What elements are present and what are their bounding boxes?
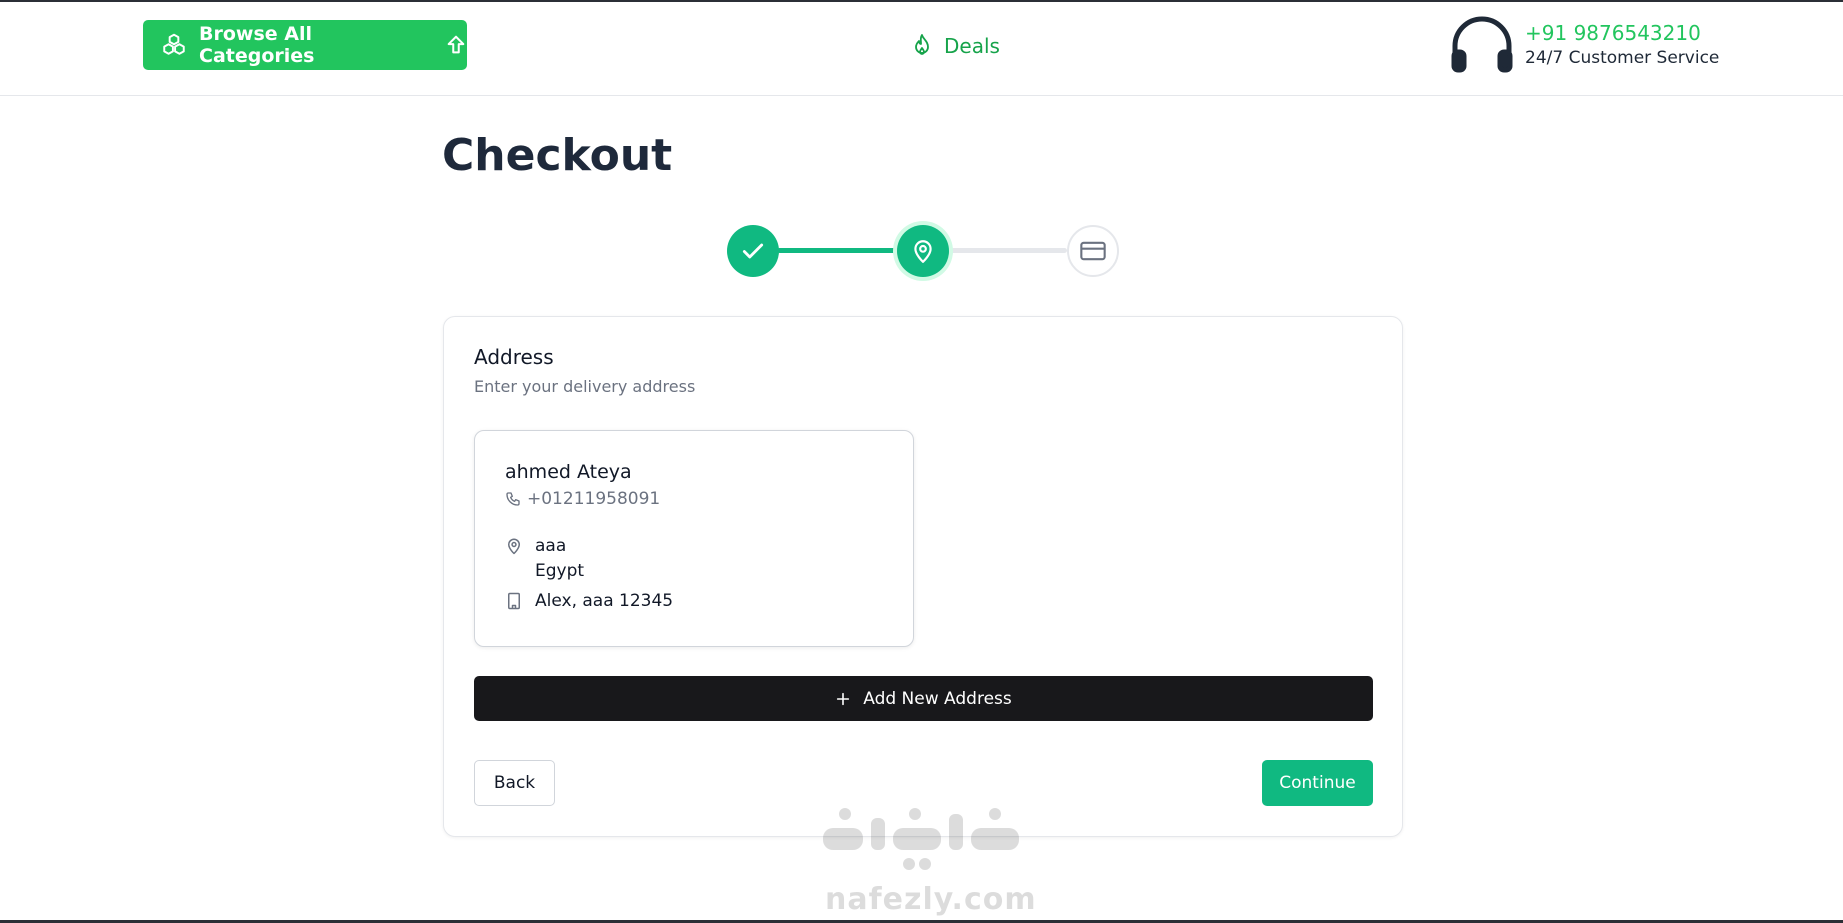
map-pin-icon [508, 538, 520, 555]
checkout-stepper [727, 225, 1119, 277]
continue-button[interactable]: Continue [1262, 760, 1373, 806]
address-city-row: Alex, aaa 12345 [505, 591, 673, 611]
address-recipient-name: ahmed Ateya [505, 461, 632, 483]
address-location-row: aaa Egypt [505, 534, 584, 584]
nafezly-watermark: nafezly.com [815, 800, 1037, 920]
add-new-address-button[interactable]: Add New Address [474, 676, 1373, 721]
stepper-line-completed [777, 248, 897, 253]
browse-categories-label: Browse All Categories [199, 23, 315, 67]
address-section-subtitle: Enter your delivery address [474, 377, 696, 396]
address-card: Address Enter your delivery address ahme… [443, 316, 1403, 837]
support-phone[interactable]: +91 9876543210 [1525, 20, 1719, 46]
address-phone-row: +01211958091 [505, 489, 660, 509]
cubes-icon [163, 33, 185, 55]
address-section-title: Address [474, 345, 554, 369]
stepper-line-pending [947, 248, 1067, 253]
browse-categories-button[interactable]: Browse All Categories [143, 20, 467, 70]
building-icon [508, 592, 520, 610]
site-header: Browse All Categories Deals +91 98765432… [0, 2, 1843, 96]
address-phone: +01211958091 [527, 489, 661, 509]
plus-icon [837, 692, 850, 705]
back-button[interactable]: Back [474, 760, 555, 806]
headphones-icon [1451, 16, 1513, 73]
credit-card-icon [1080, 241, 1106, 261]
address-country: Egypt [535, 561, 585, 581]
page-title: Checkout [442, 130, 673, 181]
address-city-line: Alex, aaa 12345 [535, 591, 674, 611]
map-pin-icon [914, 240, 932, 263]
add-new-address-label: Add New Address [863, 688, 1012, 709]
deals-label: Deals [944, 34, 1000, 58]
support-label: 24/7 Customer Service [1525, 48, 1720, 68]
step-cart-completed [727, 225, 779, 277]
nafezly-logo-icon [823, 808, 1019, 870]
customer-service: +91 9876543210 24/7 Customer Service [1449, 16, 1719, 74]
step-address-active [897, 225, 949, 277]
flame-icon [915, 34, 929, 55]
arrow-up-icon [447, 35, 465, 54]
check-icon [742, 243, 764, 259]
step-payment-pending [1067, 225, 1119, 277]
saved-address-option[interactable]: ahmed Ateya +01211958091 aaa Egypt Alex,… [474, 430, 914, 647]
deals-link[interactable]: Deals [910, 32, 1000, 60]
phone-icon [506, 492, 520, 506]
watermark-url: nafezly.com [825, 882, 1037, 917]
address-street: aaa [535, 536, 567, 556]
